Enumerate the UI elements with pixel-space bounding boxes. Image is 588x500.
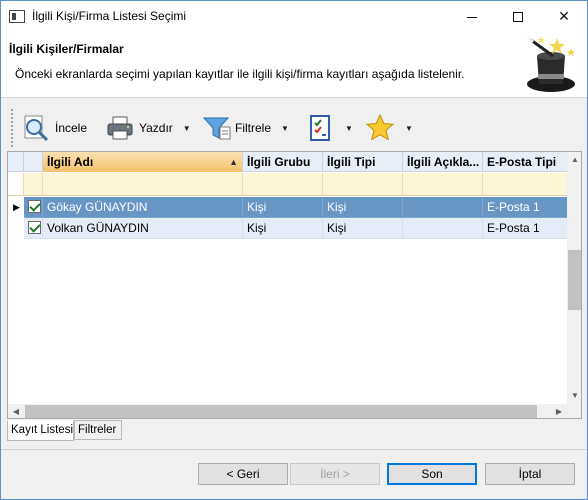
contacts-grid: İlgili Adı ▲ İlgili Grubu İlgili Tipi İl… <box>7 151 582 419</box>
filter-cell-ilgili-adi[interactable] <box>43 173 243 196</box>
column-header-eposta-tipi[interactable]: E-Posta Tipi <box>483 152 568 172</box>
cell-ilgili-aciklama[interactable] <box>403 197 483 218</box>
column-header-ilgili-tipi[interactable]: İlgili Tipi <box>323 152 403 172</box>
cell-ilgili-adi[interactable]: Gökay GÜNAYDIN <box>43 197 243 218</box>
column-header-label: İlgili Grubu <box>247 155 311 169</box>
filter-cell-ilgili-aciklama[interactable] <box>403 173 483 196</box>
row-checkbox-wrap <box>24 197 42 217</box>
dialog-window: İlgili Kişi/Firma Listesi Seçimi ✕ İlgil… <box>0 0 588 500</box>
column-header-label: E-Posta Tipi <box>487 155 557 169</box>
magic-hat-icon <box>527 36 575 92</box>
table-row[interactable]: ▶ Gökay GÜNAYDIN Kişi Kişi E-Posta 1 <box>8 197 568 218</box>
scrollbar-corner <box>567 404 581 418</box>
minimize-icon <box>467 16 477 18</box>
current-row-indicator: ▶ <box>8 197 24 218</box>
row-checkbox[interactable] <box>28 200 41 214</box>
close-icon: ✕ <box>558 8 570 24</box>
row-indicator <box>8 218 24 239</box>
filter-icon <box>202 117 231 140</box>
indicator-header <box>8 152 24 172</box>
row-checkbox[interactable] <box>28 221 41 235</box>
tab-filtreler[interactable]: Filtreler <box>74 420 122 440</box>
cell-ilgili-tipi[interactable]: Kişi <box>323 218 403 239</box>
footer-divider <box>1 449 587 450</box>
check-header <box>24 152 43 172</box>
column-header-label: İlgili Açıkla... <box>407 155 480 169</box>
back-button[interactable]: < Geri <box>198 463 288 485</box>
incele-label: İncele <box>55 121 88 135</box>
horizontal-scroll-thumb[interactable] <box>25 405 537 418</box>
yazdir-button[interactable]: Yazdır ▼ <box>105 109 191 147</box>
sort-ascending-icon: ▲ <box>229 157 238 167</box>
cell-ilgili-aciklama[interactable] <box>403 218 483 239</box>
cell-eposta-tipi[interactable]: E-Posta 1 <box>483 218 568 239</box>
wizard-header: İlgili Kişiler/Firmalar Önceki ekranlard… <box>1 32 587 98</box>
column-header-ilgili-grubu[interactable]: İlgili Grubu <box>243 152 323 172</box>
filter-cell-eposta-tipi[interactable] <box>483 173 568 196</box>
checklist-dropdown-icon[interactable]: ▼ <box>345 124 353 133</box>
filtrele-label: Filtrele <box>235 121 272 135</box>
vertical-scrollbar[interactable]: ▲ ▼ <box>567 152 581 404</box>
star-icon <box>365 113 395 141</box>
printer-icon <box>107 116 133 140</box>
filter-cell-ilgili-grubu[interactable] <box>243 173 323 196</box>
maximize-button[interactable] <box>495 1 541 32</box>
header-title: İlgili Kişiler/Firmalar <box>9 42 124 56</box>
tab-kayit-listesi[interactable]: Kayıt Listesi <box>7 420 74 441</box>
filter-cell-ilgili-tipi[interactable] <box>323 173 403 196</box>
cell-ilgili-grubu[interactable]: Kişi <box>243 197 323 218</box>
checklist-icon <box>310 115 330 141</box>
column-header-label: İlgili Adı <box>47 155 94 169</box>
auto-filter-row <box>8 173 568 196</box>
row-pointer-icon: ▶ <box>13 202 20 212</box>
scroll-right-icon[interactable]: ▶ <box>551 404 567 418</box>
table-row[interactable]: Volkan GÜNAYDIN Kişi Kişi E-Posta 1 <box>8 218 568 239</box>
favorites-dropdown-icon[interactable]: ▼ <box>405 124 413 133</box>
close-button[interactable]: ✕ <box>541 1 587 32</box>
scroll-left-icon[interactable]: ◀ <box>8 404 24 418</box>
column-header-label: İlgili Tipi <box>327 155 376 169</box>
scroll-down-icon[interactable]: ▼ <box>567 388 581 404</box>
row-checkbox-wrap <box>24 218 42 238</box>
row-check-cell[interactable] <box>24 218 43 239</box>
yazdir-label: Yazdır <box>139 121 173 135</box>
filter-check-cell[interactable] <box>24 173 43 196</box>
filtrele-dropdown-icon[interactable]: ▼ <box>281 124 289 133</box>
column-header-ilgili-aciklama[interactable]: İlgili Açıkla... <box>403 152 483 172</box>
column-header-ilgili-adi[interactable]: İlgili Adı ▲ <box>43 152 243 172</box>
checklist-button[interactable]: ▼ <box>305 109 353 147</box>
cell-ilgili-grubu[interactable]: Kişi <box>243 218 323 239</box>
favorites-button[interactable]: ▼ <box>365 109 413 147</box>
filter-indicator-cell <box>8 173 24 196</box>
title-bar: İlgili Kişi/Firma Listesi Seçimi ✕ <box>1 1 587 32</box>
vertical-scroll-thumb[interactable] <box>568 250 581 310</box>
magnifier-icon <box>24 115 49 142</box>
row-check-cell[interactable] <box>24 197 43 218</box>
minimize-button[interactable] <box>449 1 495 32</box>
toolbar: İncele Yazdır ▼ Filtrele ▼ ▼ ▼ <box>9 105 579 151</box>
window-title: İlgili Kişi/Firma Listesi Seçimi <box>32 9 187 23</box>
finish-button[interactable]: Son <box>387 463 477 485</box>
scroll-up-icon[interactable]: ▲ <box>567 152 581 168</box>
toolbar-grip[interactable] <box>11 109 13 147</box>
header-description: Önceki ekranlarda seçimi yapılan kayıtla… <box>15 67 465 81</box>
cancel-button[interactable]: İptal <box>485 463 575 485</box>
cell-ilgili-tipi[interactable]: Kişi <box>323 197 403 218</box>
yazdir-dropdown-icon[interactable]: ▼ <box>183 124 191 133</box>
grid-header: İlgili Adı ▲ İlgili Grubu İlgili Tipi İl… <box>8 152 568 172</box>
cell-ilgili-adi[interactable]: Volkan GÜNAYDIN <box>43 218 243 239</box>
filtrele-button[interactable]: Filtrele ▼ <box>201 109 289 147</box>
app-window-icon <box>9 10 25 23</box>
maximize-icon <box>513 12 523 23</box>
incele-button[interactable]: İncele <box>21 109 87 147</box>
cell-eposta-tipi[interactable]: E-Posta 1 <box>483 197 568 218</box>
next-button[interactable]: İleri > <box>290 463 380 485</box>
horizontal-scrollbar[interactable]: ◀ ▶ <box>8 404 567 418</box>
